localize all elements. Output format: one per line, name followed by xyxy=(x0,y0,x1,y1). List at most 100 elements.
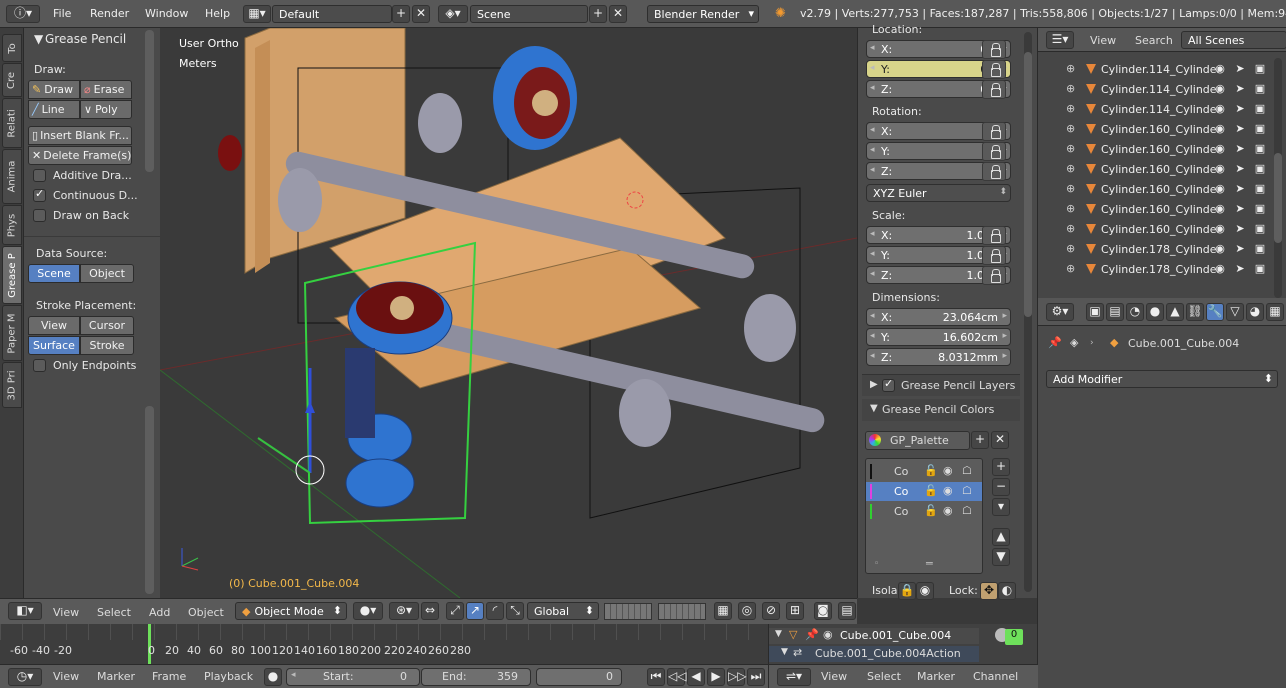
action-editor[interactable]: ▼ ▽ 📌 ◉ Cube.001_Cube.004 ▼ ⇄ Cube.001_C… xyxy=(768,624,1038,688)
eye-icon[interactable]: ◉ xyxy=(943,464,953,477)
editor-type-icon[interactable]: ⓘ▾ xyxy=(6,5,40,23)
render-still-icon[interactable]: ◙ xyxy=(814,602,832,620)
collapse-icon[interactable]: ▼ xyxy=(34,32,43,46)
eye-icon[interactable]: ◉ xyxy=(1214,143,1226,155)
lock-icon[interactable]: 🔓 xyxy=(924,464,938,477)
select-menu[interactable]: Select xyxy=(97,606,131,619)
data-source-object[interactable]: Object xyxy=(80,264,134,283)
outliner-search-menu[interactable]: Search xyxy=(1135,34,1173,47)
ghost-icon[interactable]: ☖ xyxy=(962,504,972,517)
action-select-menu[interactable]: Select xyxy=(867,670,901,683)
move-down-icon[interactable]: ▼ xyxy=(992,548,1010,566)
eye-icon[interactable]: ◉ xyxy=(1214,123,1226,135)
cursor-icon[interactable]: ➤ xyxy=(1234,243,1246,255)
color-wheel-icon[interactable]: ◐ xyxy=(998,582,1016,600)
mode-select[interactable]: ◆ Object Mode ⬍ xyxy=(235,602,347,620)
menu-render[interactable]: Render xyxy=(90,7,129,20)
material-tab-icon[interactable]: ◕ xyxy=(1246,303,1264,321)
add-scene-icon[interactable]: + xyxy=(589,5,607,23)
panel-scrollbar[interactable] xyxy=(145,30,154,172)
data-tab-icon[interactable]: ▽ xyxy=(1226,303,1244,321)
view-menu[interactable]: View xyxy=(53,606,79,619)
additive-checkbox[interactable] xyxy=(33,169,46,182)
timeline-frame-menu[interactable]: Frame xyxy=(152,670,186,683)
editor-type-icon[interactable]: ⇌▾ xyxy=(777,668,811,686)
ghost-icon[interactable]: ☖ xyxy=(962,484,972,497)
lock-rotation-y-icon[interactable] xyxy=(982,142,1006,161)
orientation-select[interactable]: Global ⬍ xyxy=(527,602,599,620)
erase-button[interactable]: ⌀ Erase xyxy=(80,80,132,99)
proportional-icon[interactable]: ◎ xyxy=(738,602,756,620)
eye-icon[interactable]: ◉ xyxy=(1214,243,1226,255)
scene-icon[interactable]: ◈▾ xyxy=(438,5,468,23)
snap-element-icon[interactable]: ⊞ xyxy=(786,602,804,620)
lock-location-y-icon[interactable] xyxy=(982,60,1006,79)
outliner-row[interactable]: ⊕ Cylinder.178_Cylinder ◉ ➤ ▣ xyxy=(1038,260,1286,280)
menu-window[interactable]: Window xyxy=(145,7,188,20)
draw-button[interactable]: ✎ Draw xyxy=(28,80,80,99)
insert-blank-frame-button[interactable]: ▯ Insert Blank Fr... xyxy=(28,126,132,145)
add-palette-icon[interactable]: + xyxy=(971,431,989,449)
editor-type-icon[interactable]: ◧▾ xyxy=(8,602,42,620)
placement-cursor[interactable]: Cursor xyxy=(80,316,134,335)
outliner-row[interactable]: ⊕ Cylinder.160_Cylinder ◉ ➤ ▣ xyxy=(1038,220,1286,240)
lock-scale-y-icon[interactable] xyxy=(982,246,1006,265)
outliner-scrollbar[interactable] xyxy=(1274,58,1282,298)
data-source-scene[interactable]: Scene xyxy=(28,264,80,283)
shading-icon[interactable]: ●▾ xyxy=(353,602,383,620)
list-resize-handle[interactable]: ═ xyxy=(926,557,933,570)
eye-icon[interactable]: ◉ xyxy=(943,484,953,497)
editor-type-icon[interactable]: ◷▾ xyxy=(8,668,42,686)
eye-icon[interactable]: ◉ xyxy=(1214,183,1226,195)
scroll-thumb[interactable] xyxy=(1274,153,1282,243)
tab-tools[interactable]: To xyxy=(2,34,22,62)
texture-tab-icon[interactable]: ▦ xyxy=(1266,303,1284,321)
lock-icon[interactable]: 🔓 xyxy=(924,504,938,517)
move-up-icon[interactable]: ▲ xyxy=(992,528,1010,546)
render-icon[interactable]: ▣ xyxy=(1254,123,1266,135)
cursor-icon[interactable]: ➤ xyxy=(1234,143,1246,155)
outliner-row[interactable]: ⊕ Cylinder.160_Cylinder ◉ ➤ ▣ xyxy=(1038,180,1286,200)
manipulator-toggle-icon[interactable]: ⇔ xyxy=(421,602,439,620)
pin-icon[interactable]: 📌 xyxy=(805,628,819,641)
layout-field[interactable]: Default xyxy=(272,5,392,23)
isolate-eye-icon[interactable]: ◉ xyxy=(916,582,934,600)
current-frame-field[interactable]: 0 xyxy=(536,668,622,686)
eye-icon[interactable]: ◉ xyxy=(1214,223,1226,235)
lock-location-x-icon[interactable] xyxy=(982,40,1006,59)
object-menu[interactable]: Object xyxy=(188,606,224,619)
continuous-checkbox[interactable] xyxy=(33,187,46,202)
list-filter-icon[interactable]: ◦ xyxy=(874,559,879,569)
channel-row[interactable]: ▼ ⇄ Cube.001_Cube.004Action xyxy=(769,646,979,662)
placement-stroke[interactable]: Stroke xyxy=(80,336,134,355)
render-icon[interactable]: ▣ xyxy=(1254,143,1266,155)
world-tab-icon[interactable]: ● xyxy=(1146,303,1164,321)
eye-icon[interactable]: ◉ xyxy=(1214,63,1226,75)
next-keyframe-icon[interactable]: ▷▷ xyxy=(727,668,746,686)
only-endpoints-checkbox[interactable] xyxy=(33,359,46,372)
delete-frames-button[interactable]: ✕ Delete Frame(s) xyxy=(28,146,132,165)
snap-icon[interactable]: ⊘ xyxy=(762,602,780,620)
move-arrow-icon[interactable]: ↗ xyxy=(466,602,484,620)
eye-icon[interactable]: ◉ xyxy=(1214,163,1226,175)
timeline-playback-menu[interactable]: Playback xyxy=(204,670,253,683)
eye-icon[interactable]: ◉ xyxy=(1214,103,1226,115)
dimension-x-field[interactable]: ◂ X: 23.064cm ▸ xyxy=(866,308,1011,326)
layer-buttons-right[interactable] xyxy=(658,603,706,620)
render-icon[interactable]: ▣ xyxy=(1254,163,1266,175)
render-tab-icon[interactable]: ▣ xyxy=(1086,303,1104,321)
3d-viewport[interactable]: User Ortho Meters (0) Cube.001_Cube.004 xyxy=(160,28,857,598)
gp-layers-header[interactable]: ▶ Grease Pencil Layers xyxy=(862,374,1020,396)
placement-surface[interactable]: Surface xyxy=(28,336,80,355)
channel-row[interactable]: ▼ ▽ 📌 ◉ Cube.001_Cube.004 xyxy=(769,628,979,644)
color-specials-icon[interactable]: ▾ xyxy=(992,498,1010,516)
start-frame-field[interactable]: ◂ Start: 0 xyxy=(286,668,420,686)
timeline-view-menu[interactable]: View xyxy=(53,670,79,683)
scene-tab-icon[interactable]: ◔ xyxy=(1126,303,1144,321)
color-row[interactable]: Co 🔓 ◉ ☖ xyxy=(866,482,982,501)
play-reverse-icon[interactable]: ◀ xyxy=(687,668,705,686)
layers-tab-icon[interactable]: ▤ xyxy=(1106,303,1124,321)
prev-keyframe-icon[interactable]: ◁◁ xyxy=(667,668,686,686)
eye-icon[interactable]: ◉ xyxy=(1214,203,1226,215)
timeline[interactable]: -60 -40 -20 0 20 40 60 80 100 120 140 16… xyxy=(0,624,768,688)
